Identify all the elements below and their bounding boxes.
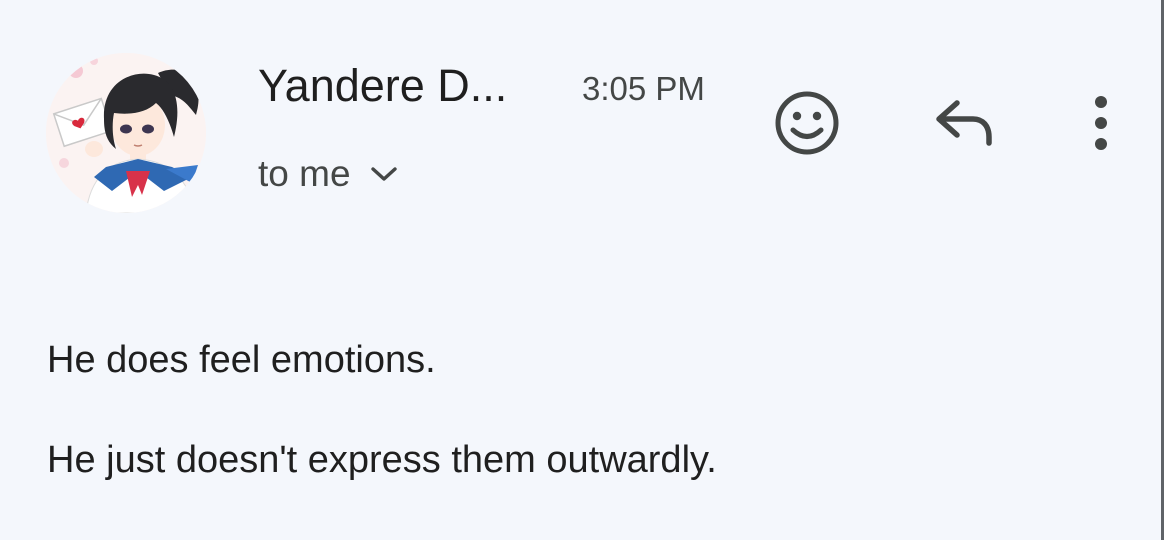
message-body-line: He does feel emotions. bbox=[47, 339, 436, 381]
anime-schoolgirl-avatar bbox=[46, 53, 206, 213]
message-body-line: He just doesn't express them outwardly. bbox=[47, 439, 717, 481]
reply-button[interactable] bbox=[924, 88, 1004, 158]
more-vert-icon bbox=[1091, 94, 1111, 152]
recipient-toggle[interactable]: to me bbox=[258, 150, 399, 198]
message-time: 3:05 PM bbox=[582, 70, 705, 107]
more-options-button[interactable] bbox=[1072, 86, 1130, 160]
chevron-down-icon bbox=[369, 164, 399, 184]
reply-arrow-icon bbox=[931, 97, 997, 149]
smiley-icon bbox=[772, 88, 842, 158]
add-reaction-button[interactable] bbox=[768, 84, 846, 162]
sender-avatar[interactable] bbox=[46, 53, 206, 213]
recipient-label: to me bbox=[258, 153, 351, 194]
sender-name[interactable]: Yandere D... bbox=[258, 58, 507, 114]
